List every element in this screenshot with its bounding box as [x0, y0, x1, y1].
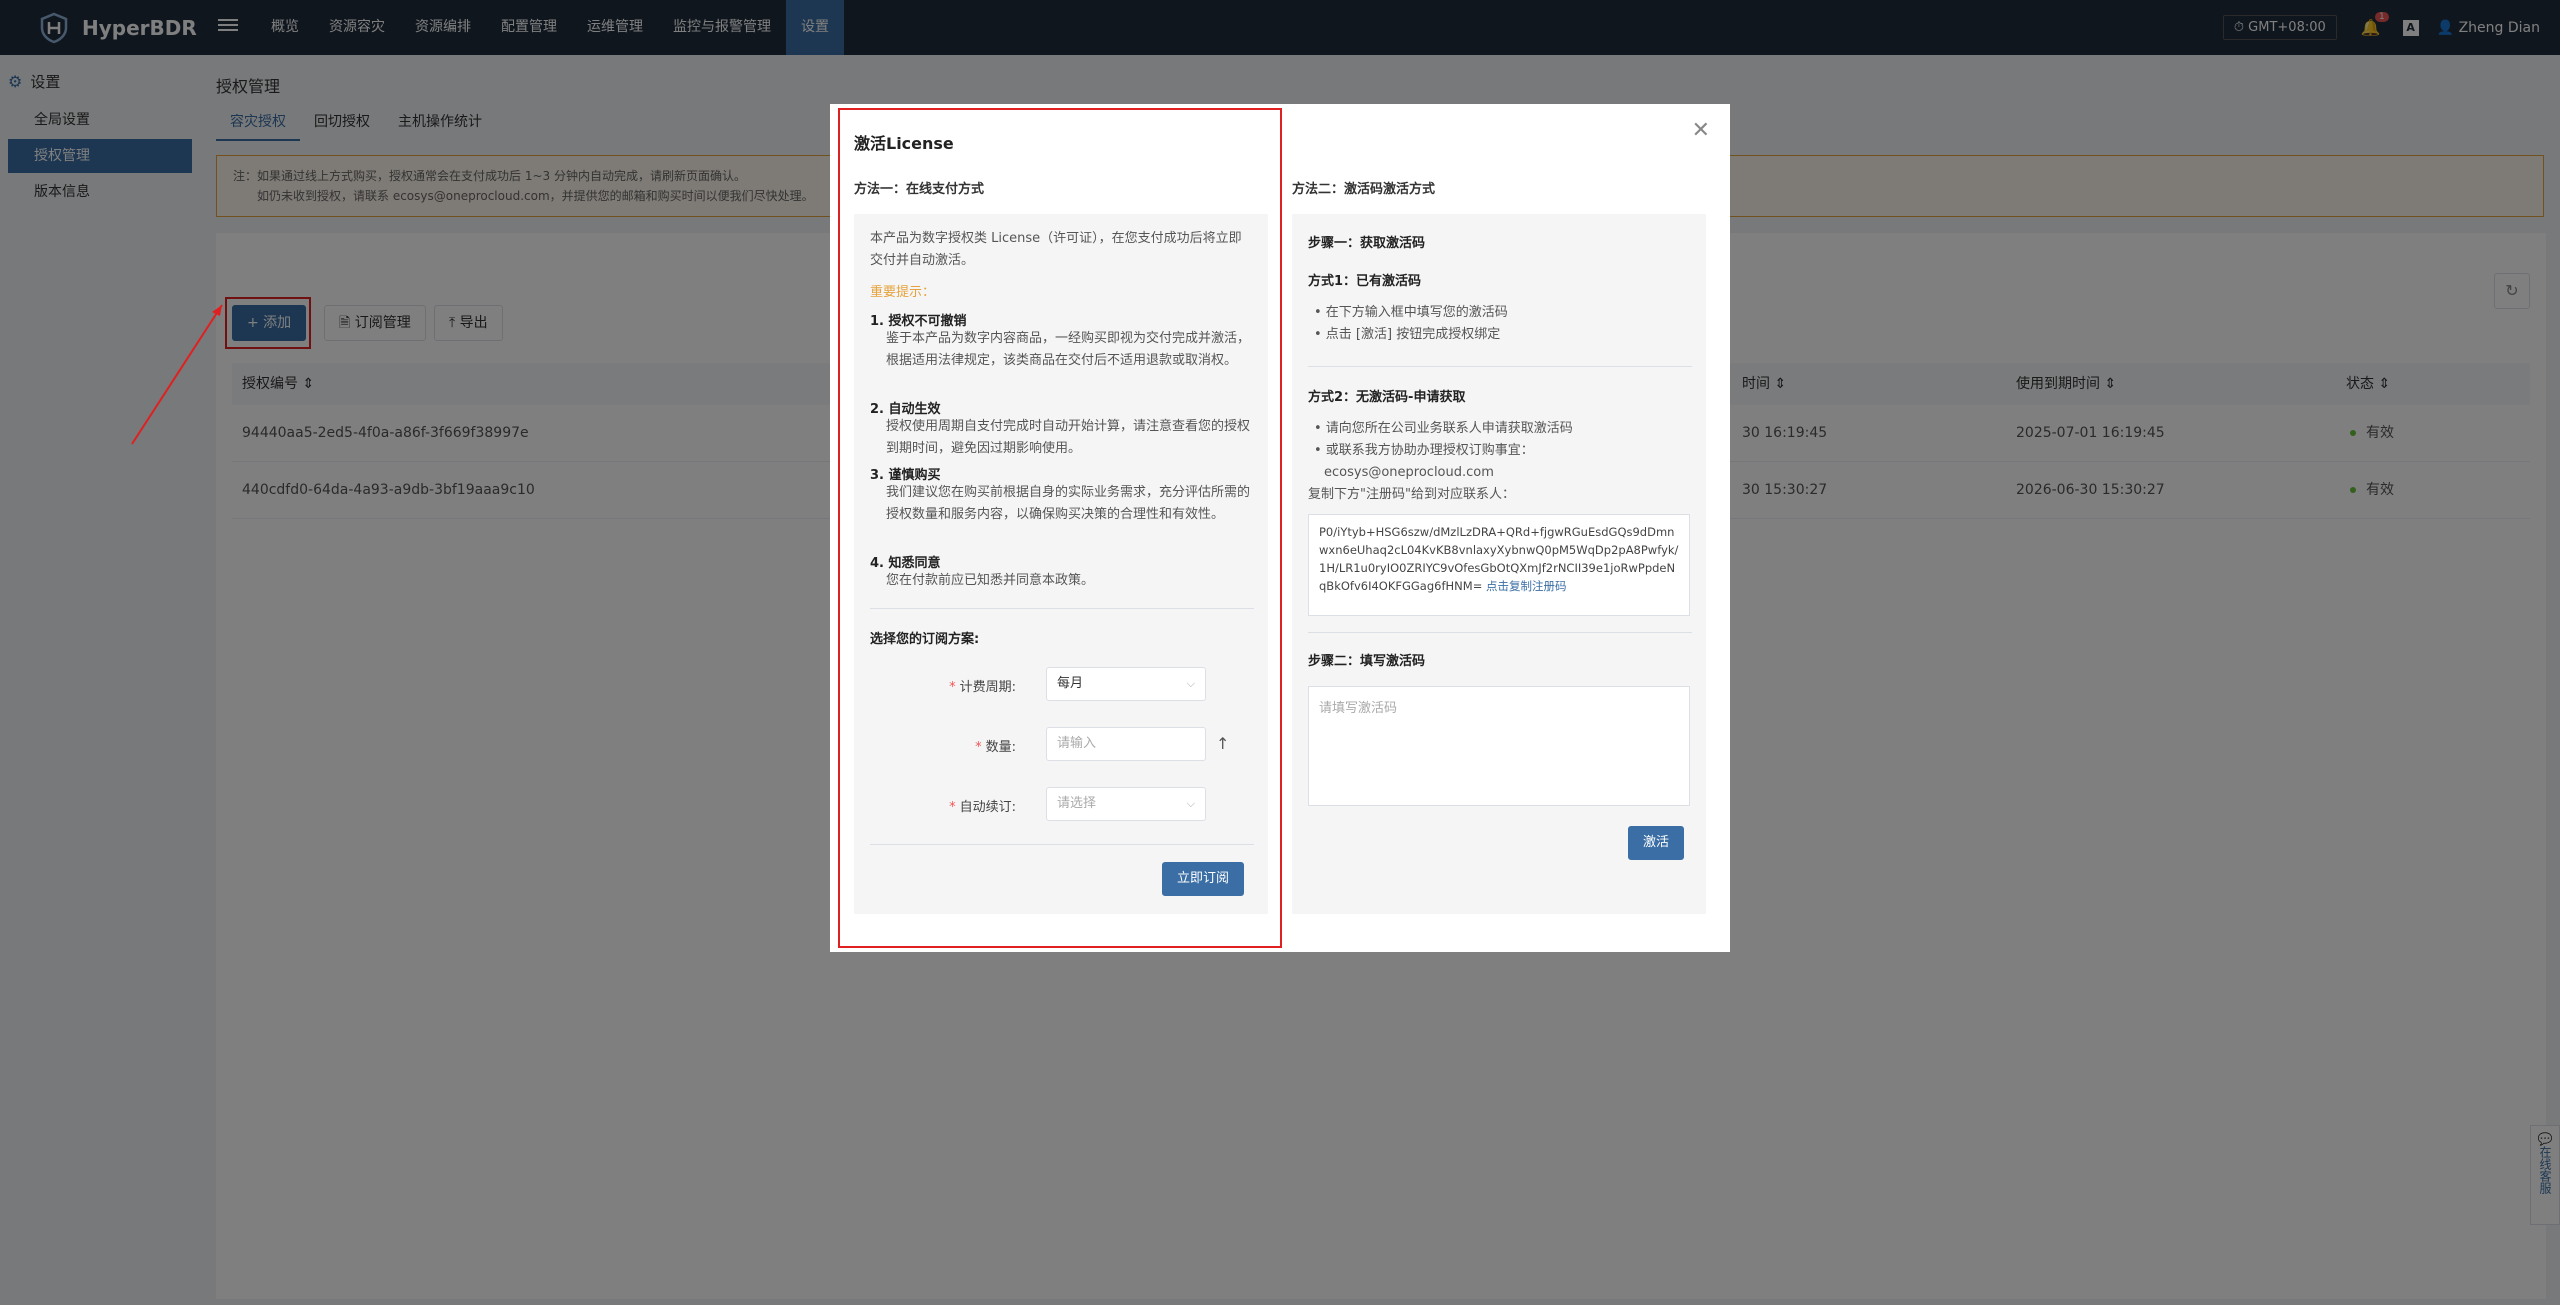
activation-code-input[interactable]: 请填写激活码: [1308, 686, 1690, 806]
dialog-title: 激活License: [854, 134, 954, 153]
subscribe-button[interactable]: 立即订阅: [1162, 862, 1245, 896]
arrow-up-icon[interactable]: ↑: [1216, 734, 1229, 753]
divider: [1308, 632, 1692, 633]
point-3-body: 我们建议您在购买前根据自身的实际业务需求，充分评估所需的授权数量和服务内容，以确…: [886, 485, 1251, 522]
point-4-body: 您在付款前应已知悉并同意本政策。: [886, 573, 1095, 588]
activate-license-dialog: ✕ 激活License 方法一：在线支付方式 本产品为数字授权类 License…: [830, 104, 1730, 952]
copy-hint: 复制下方"注册码"给到对应联系人：: [1308, 487, 1515, 502]
important-label: 重要提示：: [870, 285, 936, 300]
billing-cycle-select[interactable]: 每月 ⌵: [1046, 667, 1206, 701]
method2-title: 方法二：激活码激活方式: [1292, 182, 1436, 197]
chevron-down-icon: ⌵: [1186, 677, 1195, 690]
divider: [1308, 366, 1692, 367]
registration-code-box: P0/iYtyb+HSG6szw/dMzlLzDRA+QRd+fjgwRGuEs…: [1308, 514, 1690, 616]
step1-title: 步骤一：获取激活码: [1308, 236, 1426, 251]
way1-title: 方式1：已有激活码: [1308, 274, 1422, 289]
point-2-body: 授权使用周期自支付完成时自动开始计算，请注意查看您的授权到期时间，避免因过期影响…: [886, 419, 1251, 456]
divider: [870, 844, 1254, 845]
activate-button[interactable]: 激活: [1628, 826, 1685, 860]
way2-title: 方式2：无激活码-申请获取: [1308, 390, 1466, 405]
way1-item-2: • 点击 [激活] 按钮完成授权绑定: [1314, 327, 1501, 342]
way1-item-1: • 在下方输入框中填写您的激活码: [1314, 305, 1508, 320]
point-3-title: 3. 谨慎购买: [870, 468, 941, 483]
point-4-title: 4. 知悉同意: [870, 556, 941, 571]
plan-title: 选择您的订阅方案:: [870, 632, 980, 647]
way2-item-2: • 或联系我方协助办理授权订购事宜：: [1314, 443, 1534, 458]
point-1-title: 1. 授权不可撤销: [870, 314, 967, 329]
copy-code-link[interactable]: 点击复制注册码: [1486, 579, 1567, 593]
point-1-body: 鉴于本产品为数字内容商品，一经购买即视为交付完成并激活，根据适用法律规定，该类商…: [886, 331, 1251, 368]
billing-label: * 计费周期:: [949, 680, 1016, 695]
chevron-down-icon: ⌵: [1186, 797, 1195, 810]
divider: [870, 608, 1254, 609]
point-2-title: 2. 自动生效: [870, 402, 941, 417]
quantity-label: * 数量:: [975, 740, 1016, 755]
contact-email: ecosys@oneprocloud.com: [1324, 465, 1494, 480]
auto-renew-label: * 自动续订:: [949, 800, 1016, 815]
way2-item-1: • 请向您所在公司业务联系人申请获取激活码: [1314, 421, 1573, 436]
auto-renew-select[interactable]: 请选择 ⌵: [1046, 787, 1206, 821]
method1-title: 方法一：在线支付方式: [854, 182, 985, 197]
step2-title: 步骤二：填写激活码: [1308, 654, 1426, 669]
close-icon[interactable]: ✕: [1692, 120, 1710, 142]
method1-intro: 本产品为数字授权类 License（许可证），在您支付成功后将立即交付并自动激活…: [870, 231, 1242, 268]
quantity-input[interactable]: 请输入: [1046, 727, 1206, 761]
